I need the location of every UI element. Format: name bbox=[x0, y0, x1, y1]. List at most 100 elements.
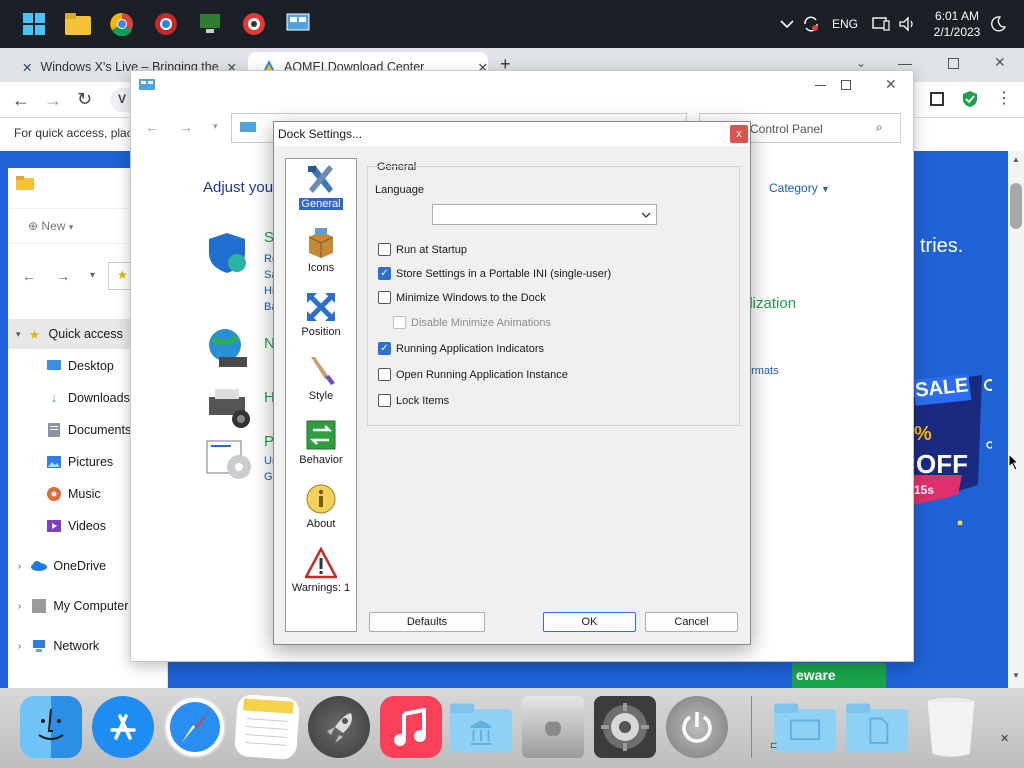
browser-minimize-icon[interactable] bbox=[898, 64, 912, 65]
app-store-icon[interactable] bbox=[92, 696, 154, 758]
page-scrollbar[interactable]: ▲ ▼ bbox=[1008, 151, 1024, 688]
category-warnings[interactable]: Warnings: 1 bbox=[286, 543, 356, 603]
browser-restore-icon[interactable] bbox=[948, 58, 959, 69]
sidepanel-icon[interactable] bbox=[930, 92, 944, 106]
category-style[interactable]: Style bbox=[286, 351, 356, 411]
checkbox[interactable] bbox=[378, 291, 391, 304]
category-label: General bbox=[299, 198, 343, 210]
clock[interactable]: 6:01 AM 2/1/2023 bbox=[928, 8, 986, 40]
option-lock-items[interactable]: Lock Items bbox=[378, 394, 449, 407]
language-indicator[interactable]: ENG bbox=[832, 0, 858, 48]
system-preferences-icon[interactable] bbox=[594, 696, 656, 758]
option-portable-ini[interactable]: ✓ Store Settings in a Portable INI (sing… bbox=[378, 267, 611, 280]
browser-close-icon[interactable]: ✕ bbox=[994, 54, 1006, 71]
address-bar[interactable]: V bbox=[110, 88, 132, 112]
menu-dots-icon[interactable]: ⋮ bbox=[996, 88, 1012, 108]
cp-recent-icon[interactable]: ▾ bbox=[213, 121, 218, 132]
explorer-back-icon[interactable]: ← bbox=[22, 268, 36, 284]
nav-label: Desktop bbox=[68, 359, 114, 373]
category-icons[interactable]: Icons bbox=[286, 223, 356, 283]
language-select[interactable] bbox=[432, 204, 657, 225]
download-icon: ↓ bbox=[50, 391, 58, 405]
category-position[interactable]: Position bbox=[286, 287, 356, 347]
folder-icon[interactable] bbox=[450, 696, 512, 758]
back-arrow-icon[interactable]: ← bbox=[12, 90, 30, 111]
option-running-indicators[interactable]: ✓ Running Application Indicators bbox=[378, 342, 544, 355]
nav-label: Pictures bbox=[68, 455, 114, 469]
tab-search-icon[interactable]: ⌄ bbox=[856, 56, 866, 70]
option-label: Run at Startup bbox=[396, 243, 467, 256]
search-icon: ⌕ bbox=[876, 120, 883, 134]
cloud-icon bbox=[31, 558, 48, 574]
maximize-icon[interactable] bbox=[841, 80, 851, 90]
nav-label: Videos bbox=[68, 519, 106, 533]
language-label: Language bbox=[375, 184, 424, 196]
network-icon[interactable] bbox=[872, 0, 890, 48]
browser-icon[interactable] bbox=[240, 10, 268, 38]
scroll-thumb[interactable] bbox=[1010, 183, 1022, 229]
finder-icon[interactable] bbox=[20, 696, 82, 758]
dialog-close-button[interactable]: x bbox=[730, 125, 748, 143]
volume-icon[interactable] bbox=[898, 0, 916, 48]
defaults-button[interactable]: Defaults bbox=[369, 612, 485, 632]
start-icon[interactable] bbox=[20, 10, 48, 38]
checkbox[interactable] bbox=[378, 243, 391, 256]
expand-chevron-icon: ▾ bbox=[16, 328, 21, 339]
category-behavior[interactable]: Behavior bbox=[286, 415, 356, 475]
videos-icon bbox=[46, 518, 62, 534]
dock-separator bbox=[751, 696, 752, 758]
shield-extension-icon[interactable] bbox=[962, 90, 978, 111]
music-icon[interactable] bbox=[380, 696, 442, 758]
checkbox-checked[interactable]: ✓ bbox=[378, 267, 391, 280]
notes-icon[interactable] bbox=[233, 693, 301, 761]
reload-icon[interactable]: ↻ bbox=[77, 89, 92, 110]
control-panel-app-icon[interactable] bbox=[284, 10, 312, 38]
chrome-icon[interactable] bbox=[108, 10, 136, 38]
checkbox[interactable] bbox=[378, 368, 391, 381]
clock-date: 2/1/2023 bbox=[933, 25, 981, 39]
tray-chevron-icon[interactable] bbox=[780, 0, 794, 48]
focus-moon-icon[interactable] bbox=[990, 0, 1006, 48]
cp-forward-icon[interactable]: → bbox=[179, 119, 193, 135]
option-run-at-startup[interactable]: Run at Startup bbox=[378, 243, 467, 256]
forward-arrow-icon[interactable]: → bbox=[44, 90, 62, 111]
option-open-running-instance[interactable]: Open Running Application Instance bbox=[378, 368, 568, 381]
scroll-up-icon[interactable]: ▲ bbox=[1012, 155, 1020, 164]
cp-back-icon[interactable]: ← bbox=[145, 119, 159, 135]
category-general[interactable]: General bbox=[286, 159, 356, 219]
sale-promo[interactable]: SALE % OFF 15s bbox=[912, 365, 996, 526]
explorer-recent-icon[interactable]: ▾ bbox=[90, 270, 95, 281]
documents-folder-icon[interactable] bbox=[846, 696, 908, 758]
power-icon[interactable] bbox=[666, 696, 728, 758]
option-minimize-to-dock[interactable]: Minimize Windows to the Dock bbox=[378, 291, 546, 304]
computer-app-icon[interactable] bbox=[196, 10, 224, 38]
window-close-icon[interactable]: ✕ bbox=[885, 76, 897, 93]
folder-icon[interactable] bbox=[774, 696, 836, 758]
minimize-icon[interactable] bbox=[815, 85, 826, 86]
category-list: General Icons Position Style Behavior Ab… bbox=[285, 158, 357, 632]
launchpad-icon[interactable] bbox=[308, 696, 370, 758]
green-banner[interactable]: eware bbox=[792, 663, 886, 688]
behavior-icon bbox=[306, 420, 336, 450]
new-button[interactable]: ⊕ New ▾ bbox=[28, 219, 73, 233]
checkbox[interactable] bbox=[378, 394, 391, 407]
mac-icon[interactable] bbox=[522, 696, 584, 758]
category-dropdown[interactable]: Category ▼ bbox=[769, 181, 830, 195]
safari-icon[interactable] bbox=[164, 696, 226, 758]
scroll-down-icon[interactable]: ▼ bbox=[1012, 671, 1020, 680]
sync-icon[interactable] bbox=[802, 0, 820, 48]
file-explorer-icon[interactable] bbox=[64, 10, 92, 38]
percent-label: % bbox=[914, 423, 932, 445]
explorer-forward-icon[interactable]: → bbox=[56, 268, 70, 284]
category-about[interactable]: About bbox=[286, 479, 356, 539]
chromium-icon[interactable] bbox=[152, 10, 180, 38]
expand-icon[interactable]: ⊏ bbox=[770, 740, 778, 751]
trash-icon[interactable] bbox=[920, 696, 982, 758]
expand-chevron-icon: › bbox=[18, 600, 22, 612]
ok-button[interactable]: OK bbox=[543, 612, 636, 632]
close-icon[interactable]: ✕ bbox=[1000, 732, 1009, 745]
dialog-title-bar: Dock Settings... bbox=[274, 122, 750, 146]
checkbox-checked[interactable]: ✓ bbox=[378, 342, 391, 355]
chevron-down-icon: ▾ bbox=[68, 222, 74, 232]
cancel-button[interactable]: Cancel bbox=[645, 612, 738, 632]
